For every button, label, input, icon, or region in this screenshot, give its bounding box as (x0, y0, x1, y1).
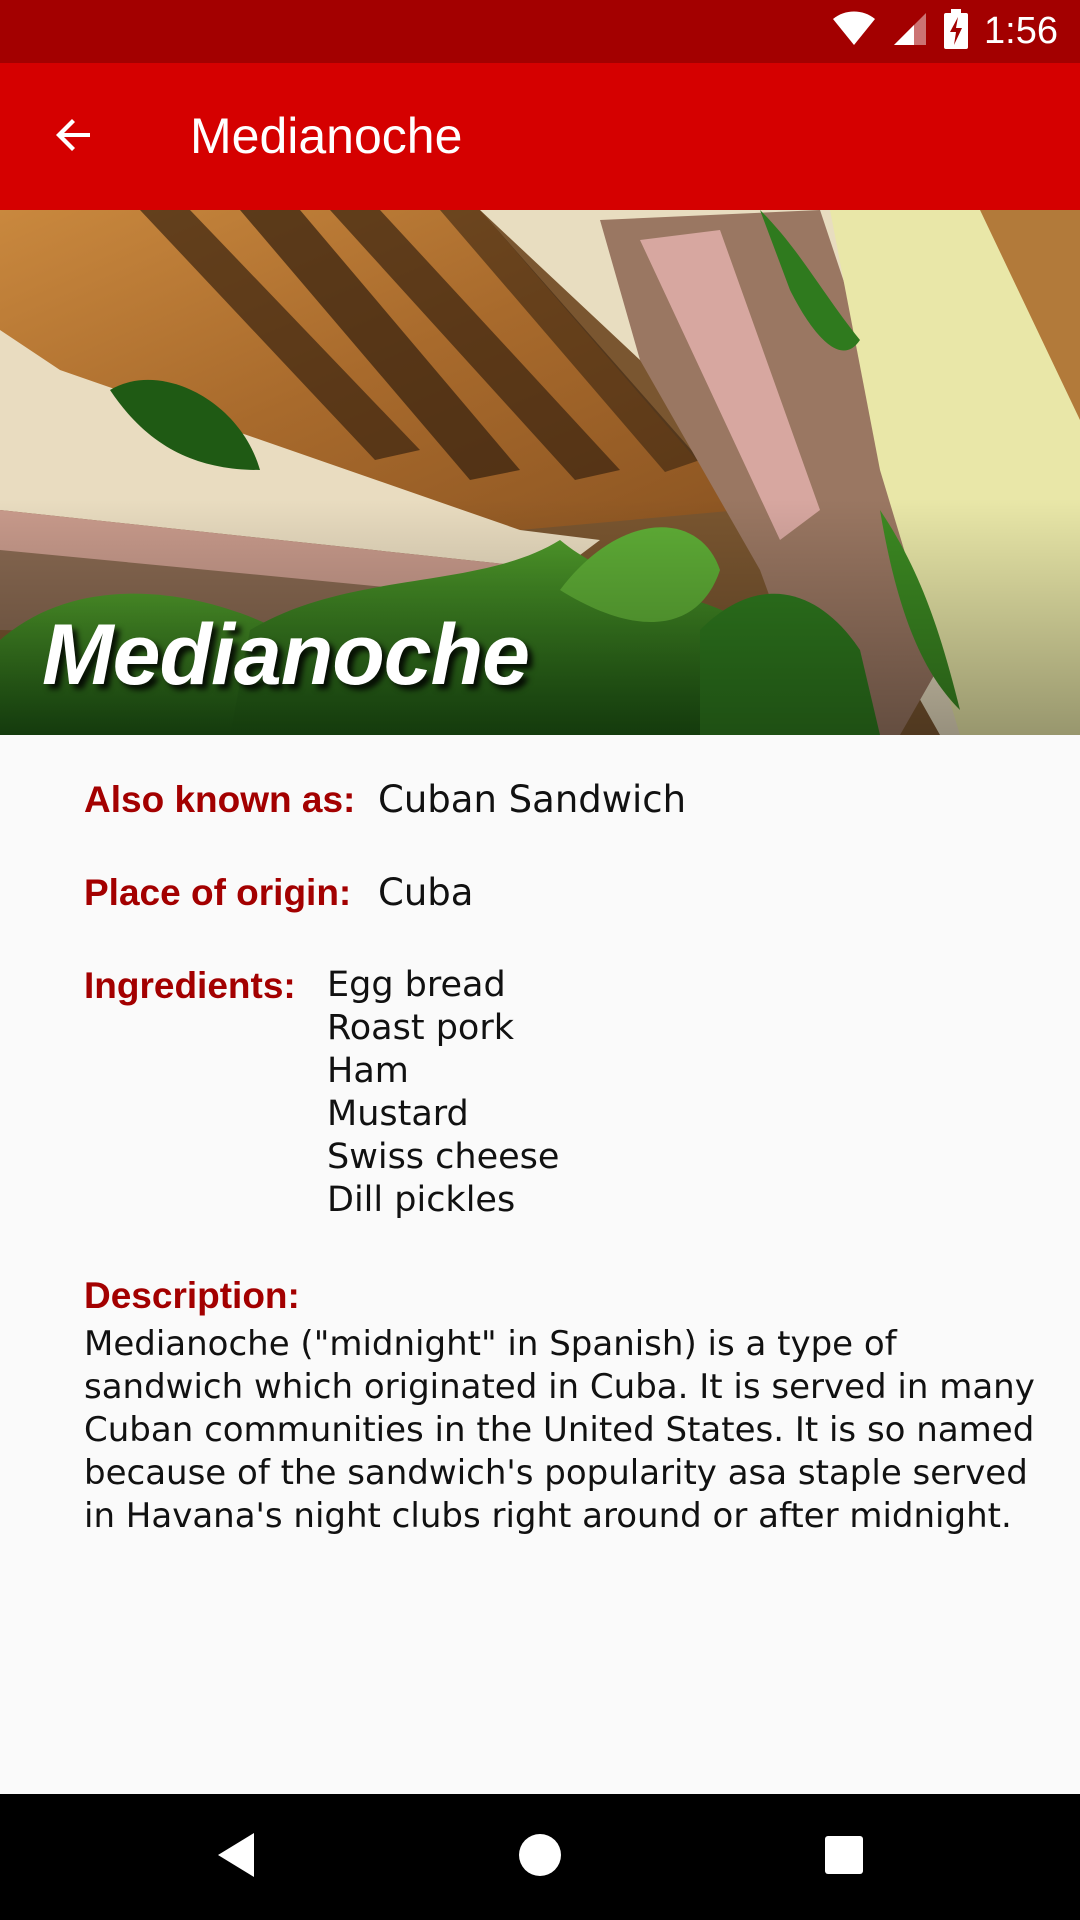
battery-charging-icon (944, 9, 969, 54)
also-known-as-label: Also known as: (84, 779, 356, 820)
ingredient-item: Ham (327, 1051, 409, 1091)
ingredient-item: Roast pork (327, 1008, 514, 1048)
status-icons: 1:56 (832, 0, 1058, 63)
recents-square-icon (823, 1834, 865, 1881)
back-button[interactable] (26, 93, 122, 181)
place-of-origin-label: Place of origin: (84, 872, 352, 913)
also-known-as-value: Cuban Sandwich (378, 778, 687, 821)
nav-recents-button[interactable] (804, 1817, 884, 1897)
signal-icon (892, 11, 928, 52)
nav-back-button[interactable] (196, 1817, 276, 1897)
arrow-back-icon (50, 111, 98, 164)
app-bar: Medianoche (0, 63, 1080, 210)
ingredient-item: Egg bread (327, 965, 506, 1005)
ingredient-item: Dill pickles (327, 1180, 516, 1220)
ingredients-list: Egg bread Roast pork Ham Mustard Swiss c… (327, 964, 559, 1222)
description-label: Description: (84, 1275, 300, 1316)
hero-image: Medianoche (0, 210, 1080, 735)
description-text: Medianoche ("midnight" in Spanish) is a … (84, 1324, 1035, 1536)
home-circle-icon (517, 1832, 563, 1883)
screen: 1:56 Medianoche Medianoche Also known as… (0, 0, 1080, 1920)
place-of-origin-value: Cuba (378, 871, 474, 914)
ingredients-label: Ingredients: (84, 965, 296, 1006)
navigation-bar (0, 1794, 1080, 1920)
wifi-icon (832, 11, 876, 52)
hero-title: Medianoche (42, 607, 530, 703)
status-time: 1:56 (984, 10, 1058, 52)
ingredient-item: Swiss cheese (327, 1137, 560, 1177)
back-triangle-icon (214, 1831, 258, 1884)
nav-home-button[interactable] (500, 1817, 580, 1897)
status-bar: 1:56 (0, 0, 1080, 63)
ingredient-item: Mustard (327, 1094, 469, 1134)
page-title: Medianoche (190, 108, 463, 164)
